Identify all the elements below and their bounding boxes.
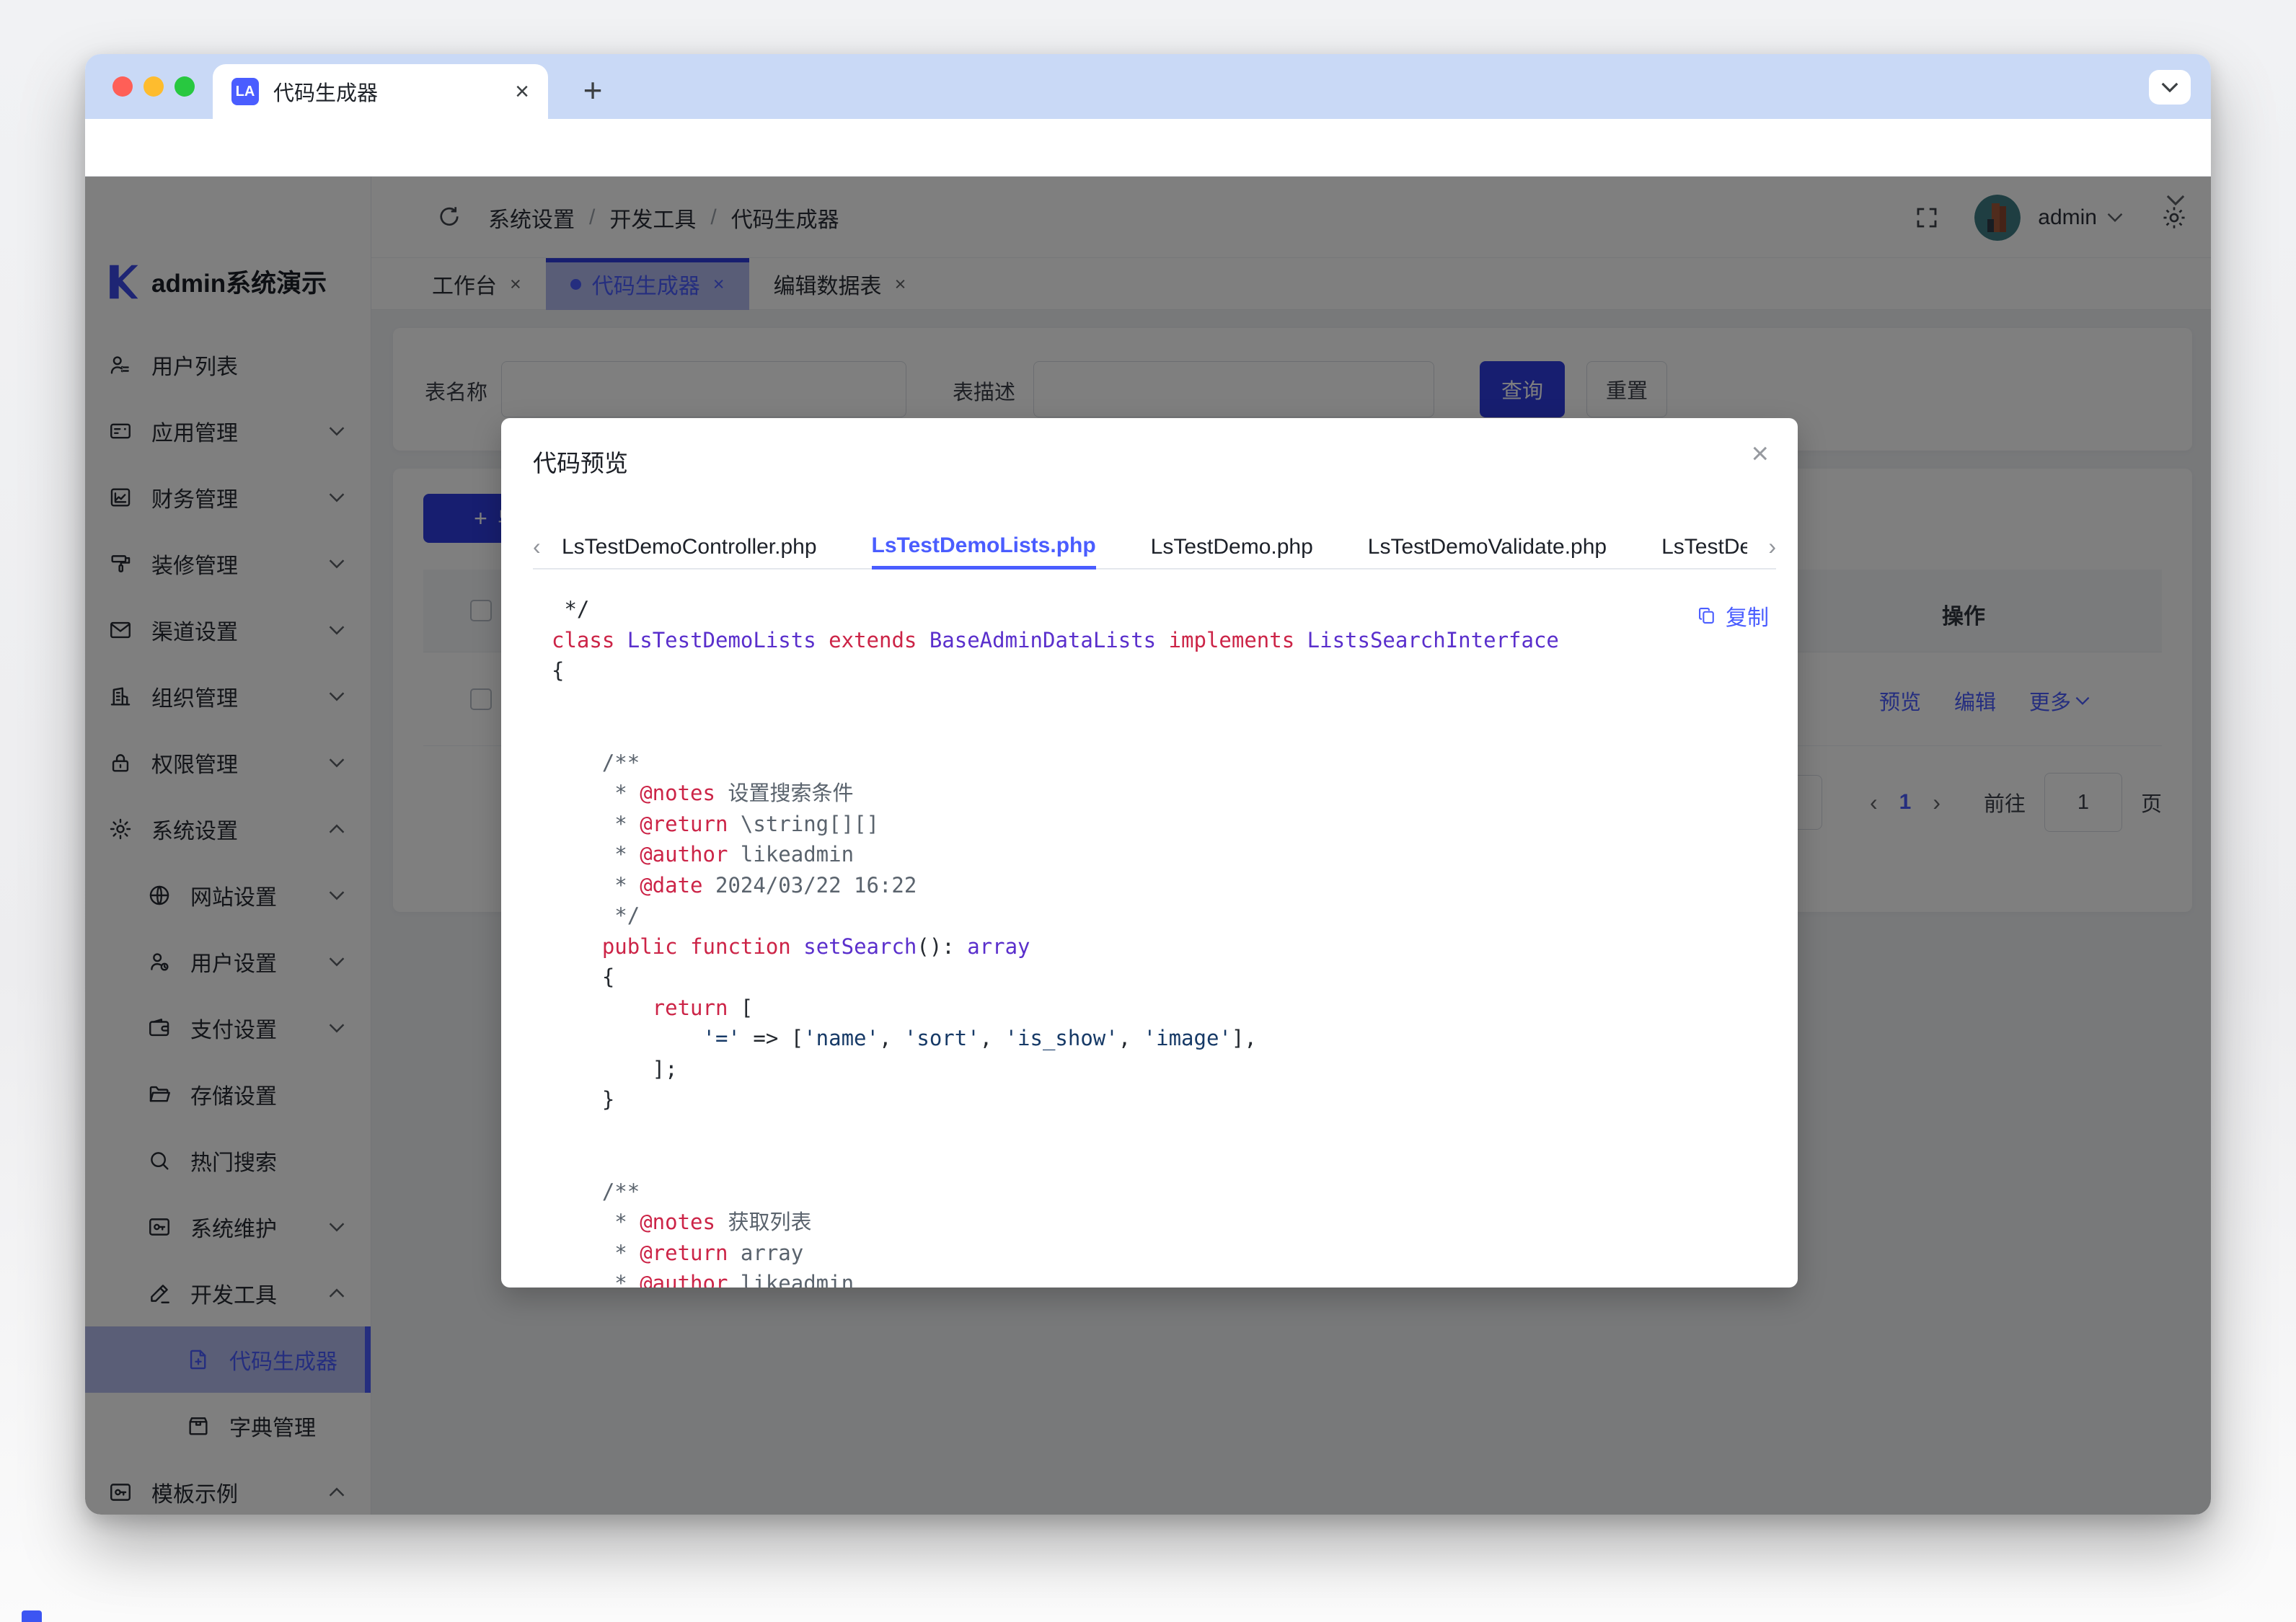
- browser-tab-close-icon[interactable]: ×: [515, 79, 529, 104]
- code-line: * @notes 获取列表: [552, 1207, 1772, 1238]
- code-line: * @author likeadmin: [552, 839, 1772, 870]
- window-zoom-button[interactable]: [175, 76, 195, 97]
- tabs-scroll-right-icon[interactable]: ›: [1768, 533, 1776, 560]
- browser-tabstrip: LA 代码生成器 × +: [85, 54, 2211, 119]
- code-line: [552, 1145, 1772, 1176]
- code-line: * @return \string[][]: [552, 809, 1772, 840]
- code-line: [552, 1115, 1772, 1146]
- code-line: * @author likeadmin: [552, 1268, 1772, 1288]
- code-line: {: [552, 962, 1772, 993]
- code-line: [552, 686, 1772, 717]
- copy-label: 复制: [1726, 600, 1769, 631]
- window-close-button[interactable]: [112, 76, 133, 97]
- code-line: /**: [552, 1176, 1772, 1207]
- new-tab-button[interactable]: +: [573, 70, 613, 110]
- code-line: class LsTestDemoLists extends BaseAdminD…: [552, 625, 1772, 656]
- modal-close-icon[interactable]: ×: [1751, 438, 1769, 469]
- code-line: [552, 717, 1772, 748]
- file-tabs: LsTestDemoController.php LsTestDemoLists.…: [562, 525, 1747, 570]
- code-line: * @return array: [552, 1238, 1772, 1269]
- code-line: public function setSearch(): array: [552, 931, 1772, 962]
- favicon: LA: [231, 78, 259, 105]
- tabs-scroll-left-icon[interactable]: ‹: [533, 533, 541, 560]
- code-line: {: [552, 655, 1772, 686]
- code-line: return [: [552, 993, 1772, 1024]
- file-tab-LsTestDemoLists.php[interactable]: LsTestDemoLists.php: [872, 525, 1096, 570]
- copy-button[interactable]: 复制: [1697, 600, 1769, 631]
- browser-tab[interactable]: LA 代码生成器 ×: [213, 64, 548, 119]
- code-line: * @date 2024/03/22 16:22: [552, 870, 1772, 901]
- code-line: */: [552, 594, 1772, 625]
- file-tab-LsTestDemo.php[interactable]: LsTestDemo.php: [1151, 525, 1313, 570]
- desktop-artifact: [22, 1610, 42, 1622]
- file-tabs-bar: ‹ LsTestDemoController.php LsTestDemoList…: [533, 525, 1776, 570]
- code-line: * @notes 设置搜索条件: [552, 778, 1772, 809]
- code-line: */: [552, 900, 1772, 931]
- code-preview-modal: 代码预览 × ‹ LsTestDemoController.phpLsTestD…: [501, 418, 1798, 1288]
- code-line: ];: [552, 1054, 1772, 1085]
- chevron-down-icon: [2161, 82, 2178, 92]
- file-tab-LsTestDe[interactable]: LsTestDe: [1661, 525, 1747, 570]
- file-tab-LsTestDemoValidate.php[interactable]: LsTestDemoValidate.php: [1368, 525, 1607, 570]
- desktop: { "colors":{ "primary":"#4a5dff", "brows…: [0, 0, 2296, 1622]
- browser-window: LA 代码生成器 × + ← → php.likeadmin.cn/admin/…: [85, 54, 2211, 1515]
- code-line: /**: [552, 748, 1772, 779]
- copy-icon: [1697, 606, 1717, 626]
- browser-toolbar: ← → php.likeadmin.cn/admin/setting/dev_t…: [85, 119, 2211, 177]
- code-line: '=' => ['name', 'sort', 'is_show', 'imag…: [552, 1023, 1772, 1054]
- file-tab-LsTestDemoController.php[interactable]: LsTestDemoController.php: [562, 525, 817, 570]
- modal-title: 代码预览: [533, 444, 628, 479]
- browser-tab-title: 代码生成器: [273, 76, 515, 107]
- code-block[interactable]: */class LsTestDemoLists extends BaseAdmi…: [552, 594, 1772, 1288]
- code-line: }: [552, 1084, 1772, 1115]
- tab-search-button[interactable]: [2149, 70, 2191, 105]
- window-minimize-button[interactable]: [144, 76, 164, 97]
